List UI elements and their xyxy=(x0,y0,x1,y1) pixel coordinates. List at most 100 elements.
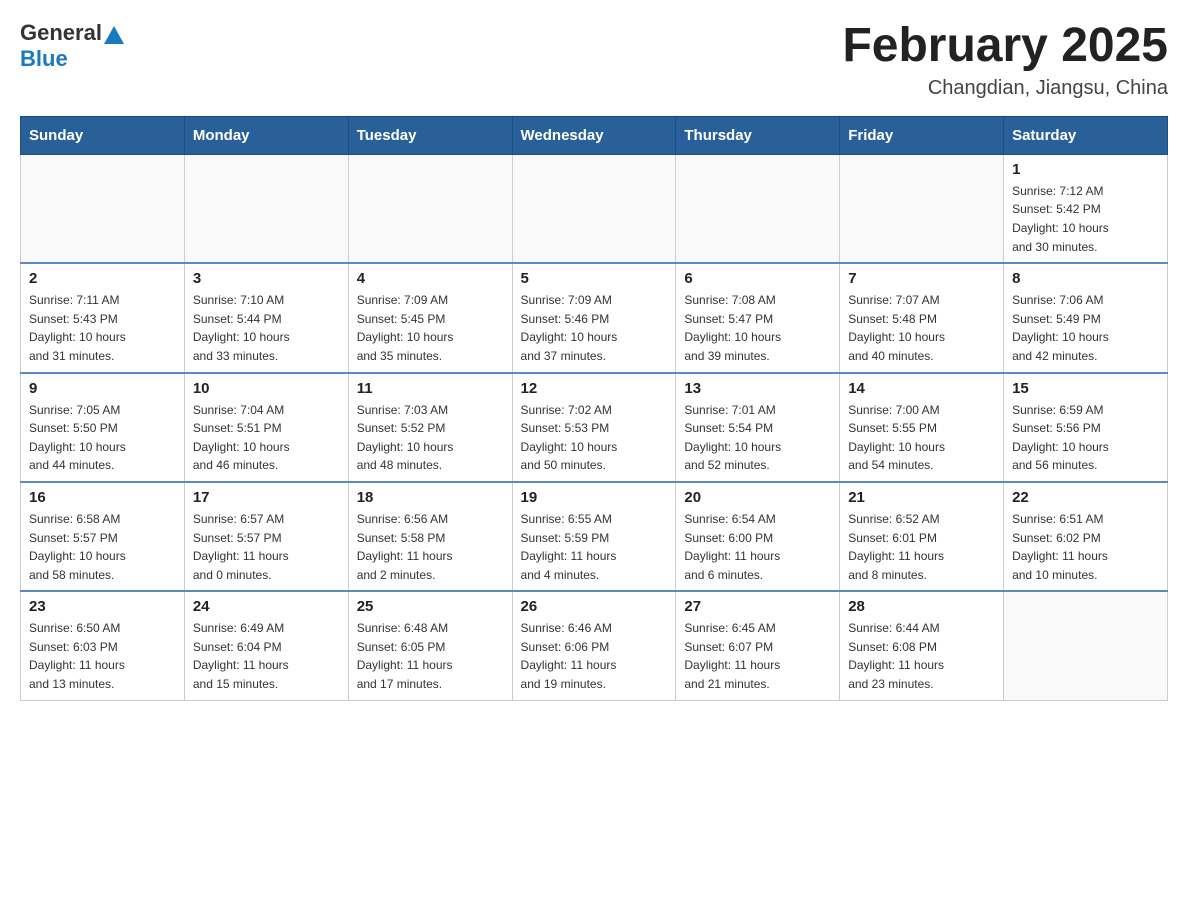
calendar-cell xyxy=(1004,591,1168,700)
day-number: 27 xyxy=(684,598,831,615)
day-info: Sunrise: 6:58 AMSunset: 5:57 PMDaylight:… xyxy=(29,510,176,584)
calendar-week-row: 2 Sunrise: 7:11 AMSunset: 5:43 PMDaylight… xyxy=(21,263,1168,372)
day-info: Sunrise: 7:10 AMSunset: 5:44 PMDaylight:… xyxy=(193,291,340,365)
calendar-cell xyxy=(184,154,348,263)
page-header: General Blue February 2025 Changdian, Ji… xyxy=(20,20,1168,100)
calendar-week-row: 16 Sunrise: 6:58 AMSunset: 5:57 PMDayligh… xyxy=(21,482,1168,591)
calendar-subtitle: Changdian, Jiangsu, China xyxy=(842,77,1168,100)
calendar-title: February 2025 xyxy=(842,20,1168,73)
day-number: 5 xyxy=(521,270,668,287)
calendar-title-block: February 2025 Changdian, Jiangsu, China xyxy=(842,20,1168,100)
calendar-cell: 14 Sunrise: 7:00 AMSunset: 5:55 PMDayligh… xyxy=(840,373,1004,482)
day-number: 17 xyxy=(193,489,340,506)
day-number: 18 xyxy=(357,489,504,506)
calendar-cell xyxy=(676,154,840,263)
weekday-header-friday: Friday xyxy=(840,116,1004,154)
day-info: Sunrise: 6:45 AMSunset: 6:07 PMDaylight:… xyxy=(684,619,831,693)
calendar-cell xyxy=(21,154,185,263)
calendar-cell: 21Sunrise: 6:52 AMSunset: 6:01 PMDayligh… xyxy=(840,482,1004,591)
day-info: Sunrise: 6:57 AMSunset: 5:57 PMDaylight:… xyxy=(193,510,340,584)
day-info: Sunrise: 6:48 AMSunset: 6:05 PMDaylight:… xyxy=(357,619,504,693)
calendar-cell: 9Sunrise: 7:05 AMSunset: 5:50 PMDaylight… xyxy=(21,373,185,482)
calendar-cell: 3 Sunrise: 7:10 AMSunset: 5:44 PMDaylight… xyxy=(184,263,348,372)
calendar-cell: 17 Sunrise: 6:57 AMSunset: 5:57 PMDayligh… xyxy=(184,482,348,591)
weekday-header-wednesday: Wednesday xyxy=(512,116,676,154)
calendar-cell: 8 Sunrise: 7:06 AMSunset: 5:49 PMDaylight… xyxy=(1004,263,1168,372)
calendar-cell xyxy=(840,154,1004,263)
day-number: 22 xyxy=(1012,489,1159,506)
day-info: Sunrise: 6:44 AMSunset: 6:08 PMDaylight:… xyxy=(848,619,995,693)
day-number: 26 xyxy=(521,598,668,615)
calendar-cell: 2 Sunrise: 7:11 AMSunset: 5:43 PMDaylight… xyxy=(21,263,185,372)
day-number: 10 xyxy=(193,380,340,397)
calendar-cell: 24 Sunrise: 6:49 AMSunset: 6:04 PMDayligh… xyxy=(184,591,348,700)
weekday-header-tuesday: Tuesday xyxy=(348,116,512,154)
logo-general-text: General xyxy=(20,20,102,46)
day-number: 8 xyxy=(1012,270,1159,287)
weekday-header-monday: Monday xyxy=(184,116,348,154)
day-info: Sunrise: 7:01 AMSunset: 5:54 PMDaylight:… xyxy=(684,401,831,475)
day-info: Sunrise: 7:03 AMSunset: 5:52 PMDaylight:… xyxy=(357,401,504,475)
day-number: 7 xyxy=(848,270,995,287)
calendar-cell: 13 Sunrise: 7:01 AMSunset: 5:54 PMDayligh… xyxy=(676,373,840,482)
day-number: 13 xyxy=(684,380,831,397)
day-info: Sunrise: 7:12 AMSunset: 5:42 PMDaylight:… xyxy=(1012,182,1159,256)
logo-blue-text: Blue xyxy=(20,46,68,72)
calendar-cell: 15Sunrise: 6:59 AMSunset: 5:56 PMDayligh… xyxy=(1004,373,1168,482)
day-info: Sunrise: 6:55 AMSunset: 5:59 PMDaylight:… xyxy=(521,510,668,584)
day-info: Sunrise: 6:59 AMSunset: 5:56 PMDaylight:… xyxy=(1012,401,1159,475)
calendar-header-row: SundayMondayTuesdayWednesdayThursdayFrid… xyxy=(21,116,1168,154)
day-number: 3 xyxy=(193,270,340,287)
calendar-cell: 10 Sunrise: 7:04 AMSunset: 5:51 PMDayligh… xyxy=(184,373,348,482)
calendar-cell: 19 Sunrise: 6:55 AMSunset: 5:59 PMDayligh… xyxy=(512,482,676,591)
weekday-header-sunday: Sunday xyxy=(21,116,185,154)
day-number: 6 xyxy=(684,270,831,287)
calendar-cell: 4 Sunrise: 7:09 AMSunset: 5:45 PMDaylight… xyxy=(348,263,512,372)
day-number: 25 xyxy=(357,598,504,615)
day-number: 1 xyxy=(1012,161,1159,178)
calendar-week-row: 1 Sunrise: 7:12 AMSunset: 5:42 PMDaylight… xyxy=(21,154,1168,263)
day-number: 4 xyxy=(357,270,504,287)
day-info: Sunrise: 6:49 AMSunset: 6:04 PMDaylight:… xyxy=(193,619,340,693)
calendar-cell xyxy=(512,154,676,263)
day-info: Sunrise: 7:11 AMSunset: 5:43 PMDaylight:… xyxy=(29,291,176,365)
day-number: 11 xyxy=(357,380,504,397)
calendar-cell: 11 Sunrise: 7:03 AMSunset: 5:52 PMDayligh… xyxy=(348,373,512,482)
day-number: 12 xyxy=(521,380,668,397)
calendar-cell: 6Sunrise: 7:08 AMSunset: 5:47 PMDaylight… xyxy=(676,263,840,372)
calendar-cell: 20Sunrise: 6:54 AMSunset: 6:00 PMDayligh… xyxy=(676,482,840,591)
day-info: Sunrise: 7:09 AMSunset: 5:45 PMDaylight:… xyxy=(357,291,504,365)
day-number: 23 xyxy=(29,598,176,615)
day-info: Sunrise: 7:00 AMSunset: 5:55 PMDaylight:… xyxy=(848,401,995,475)
day-number: 16 xyxy=(29,489,176,506)
day-info: Sunrise: 7:04 AMSunset: 5:51 PMDaylight:… xyxy=(193,401,340,475)
day-info: Sunrise: 6:46 AMSunset: 6:06 PMDaylight:… xyxy=(521,619,668,693)
day-info: Sunrise: 7:05 AMSunset: 5:50 PMDaylight:… xyxy=(29,401,176,475)
calendar-cell: 23Sunrise: 6:50 AMSunset: 6:03 PMDayligh… xyxy=(21,591,185,700)
day-info: Sunrise: 7:09 AMSunset: 5:46 PMDaylight:… xyxy=(521,291,668,365)
calendar-cell: 22 Sunrise: 6:51 AMSunset: 6:02 PMDayligh… xyxy=(1004,482,1168,591)
day-number: 2 xyxy=(29,270,176,287)
calendar-week-row: 23Sunrise: 6:50 AMSunset: 6:03 PMDayligh… xyxy=(21,591,1168,700)
day-info: Sunrise: 6:52 AMSunset: 6:01 PMDaylight:… xyxy=(848,510,995,584)
calendar-cell: 27 Sunrise: 6:45 AMSunset: 6:07 PMDayligh… xyxy=(676,591,840,700)
day-number: 19 xyxy=(521,489,668,506)
calendar-cell: 25 Sunrise: 6:48 AMSunset: 6:05 PMDayligh… xyxy=(348,591,512,700)
day-number: 24 xyxy=(193,598,340,615)
calendar-table: SundayMondayTuesdayWednesdayThursdayFrid… xyxy=(20,116,1168,701)
day-info: Sunrise: 6:56 AMSunset: 5:58 PMDaylight:… xyxy=(357,510,504,584)
calendar-week-row: 9Sunrise: 7:05 AMSunset: 5:50 PMDaylight… xyxy=(21,373,1168,482)
calendar-cell: 1 Sunrise: 7:12 AMSunset: 5:42 PMDaylight… xyxy=(1004,154,1168,263)
logo-triangle-icon xyxy=(104,26,124,44)
weekday-header-saturday: Saturday xyxy=(1004,116,1168,154)
day-number: 14 xyxy=(848,380,995,397)
calendar-cell xyxy=(348,154,512,263)
day-info: Sunrise: 6:51 AMSunset: 6:02 PMDaylight:… xyxy=(1012,510,1159,584)
calendar-cell: 18 Sunrise: 6:56 AMSunset: 5:58 PMDayligh… xyxy=(348,482,512,591)
calendar-cell: 16 Sunrise: 6:58 AMSunset: 5:57 PMDayligh… xyxy=(21,482,185,591)
calendar-cell: 12Sunrise: 7:02 AMSunset: 5:53 PMDayligh… xyxy=(512,373,676,482)
logo: General Blue xyxy=(20,20,124,72)
day-number: 28 xyxy=(848,598,995,615)
day-info: Sunrise: 7:06 AMSunset: 5:49 PMDaylight:… xyxy=(1012,291,1159,365)
calendar-cell: 26 Sunrise: 6:46 AMSunset: 6:06 PMDayligh… xyxy=(512,591,676,700)
